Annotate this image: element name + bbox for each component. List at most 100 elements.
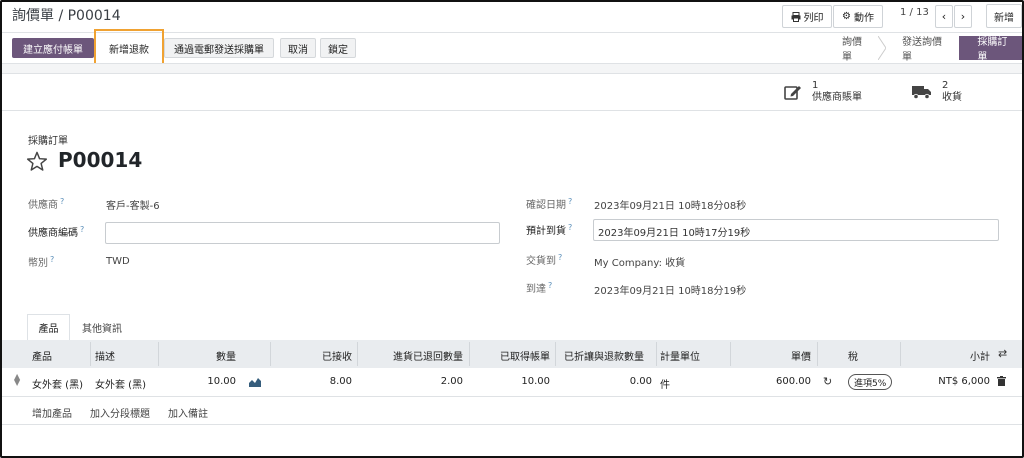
help-icon[interactable]: ?: [80, 225, 84, 234]
col-header-billed[interactable]: 已取得帳單: [473, 348, 550, 363]
stage-rfq-sent[interactable]: 發送詢價單: [882, 36, 970, 63]
cell-description[interactable]: 女外套 (黑): [95, 376, 146, 391]
column-settings-icon[interactable]: ⇄: [998, 347, 1007, 360]
cell-uom[interactable]: 件: [660, 376, 670, 391]
vendor-value[interactable]: 客戶-客製-6: [106, 197, 160, 212]
divider: [2, 73, 1022, 74]
drag-handle-icon[interactable]: ▲ ▼: [14, 373, 20, 387]
divider: [2, 110, 1022, 111]
col-header-description[interactable]: 描述: [95, 348, 115, 363]
print-label: 列印: [803, 13, 824, 24]
action-label: 動作: [853, 13, 874, 24]
arrival-value: 2023年09月21日 10時18分19秒: [594, 286, 747, 297]
help-icon[interactable]: ?: [60, 197, 64, 206]
add-section-link[interactable]: 加入分段標題: [90, 405, 150, 420]
printer-icon: [791, 11, 800, 22]
confirm-date-label: 確認日期?: [526, 196, 573, 211]
create-bill-button[interactable]: 建立應付帳單: [12, 38, 94, 58]
vendor-ref-input[interactable]: [105, 222, 500, 244]
cell-received[interactable]: 8.00: [274, 376, 352, 387]
stage-rfq[interactable]: 詢價單: [822, 36, 886, 63]
col-header-uom[interactable]: 計量單位: [660, 348, 700, 363]
col-divider: [730, 342, 731, 366]
currency-label: 幣別?: [28, 254, 55, 269]
col-header-received[interactable]: 已接收: [274, 348, 352, 363]
print-button[interactable]: 列印: [782, 5, 832, 28]
truck-icon: [912, 86, 931, 100]
pager-value[interactable]: 1 / 13: [900, 7, 929, 18]
chevron-right-icon: ›: [960, 10, 966, 23]
deliver-to-label: 交貨到?: [526, 252, 563, 267]
col-header-subtotal[interactable]: 小計: [912, 348, 990, 363]
col-header-product[interactable]: 產品: [32, 348, 52, 363]
col-header-returned[interactable]: 進貨已退回數量: [361, 348, 463, 363]
add-product-link[interactable]: 增加產品: [32, 405, 72, 420]
forecast-chart-icon[interactable]: [249, 377, 261, 387]
col-divider: [555, 342, 556, 366]
col-header-qty[interactable]: 數量: [162, 348, 236, 363]
stage-purchase-order-label: 採購訂單: [977, 37, 1008, 63]
vendor-label: 供應商?: [28, 196, 65, 211]
help-icon[interactable]: ?: [568, 197, 572, 206]
col-header-tax[interactable]: 稅: [848, 348, 858, 363]
stage-rfq-label: 詢價單: [842, 37, 862, 63]
lock-button[interactable]: 鎖定: [320, 38, 356, 58]
action-button[interactable]: ⚙ 動作: [833, 5, 883, 28]
help-icon[interactable]: ?: [50, 255, 54, 264]
stage-purchase-order[interactable]: 採購訂單: [959, 36, 1022, 63]
cell-returned: 2.00: [440, 376, 463, 387]
receipts-label: 收貨: [942, 92, 962, 103]
expected-date-input[interactable]: 2023年09月21日 10時17分19秒: [593, 219, 999, 241]
col-header-refunded[interactable]: 已折讓與退款數量: [564, 348, 644, 363]
help-icon[interactable]: ?: [548, 281, 552, 290]
reset-price-icon[interactable]: ↻: [823, 375, 832, 388]
vendor-bills-smart-button[interactable]: 1 供應商賬單: [784, 80, 862, 110]
col-divider: [656, 342, 657, 366]
expected-label: 預計到貨?: [526, 222, 573, 237]
send-email-button[interactable]: 通過電郵發送採購單: [164, 38, 274, 58]
col-divider: [469, 342, 470, 366]
help-icon[interactable]: ?: [558, 253, 562, 262]
cell-product[interactable]: 女外套 (黑): [32, 376, 83, 391]
cell-refunded: 0.00: [629, 376, 652, 387]
cell-price[interactable]: 600.00: [734, 376, 811, 387]
trash-icon[interactable]: [997, 376, 1006, 386]
chevron-left-icon: ‹: [941, 10, 947, 23]
gear-icon: ⚙: [842, 11, 851, 22]
doc-type-label: 採購訂單: [28, 136, 68, 147]
col-divider: [900, 342, 901, 366]
tab-other-info[interactable]: 其他資訊: [72, 314, 132, 341]
col-divider: [90, 342, 91, 366]
pager-prev-button[interactable]: ‹: [935, 5, 953, 28]
stage-rfq-sent-label: 發送詢價單: [902, 37, 942, 63]
new-button[interactable]: 新增: [986, 4, 1022, 28]
receipts-smart-button[interactable]: 2 收貨: [912, 80, 962, 110]
tax-badge[interactable]: 進項5%: [848, 374, 893, 390]
divider: [2, 424, 1022, 425]
help-icon[interactable]: ?: [568, 223, 572, 232]
vendor-bills-count: 1: [812, 80, 819, 91]
star-icon[interactable]: [26, 151, 48, 172]
currency-value[interactable]: TWD: [106, 256, 130, 267]
col-divider: [817, 342, 818, 366]
col-divider: [158, 342, 159, 366]
deliver-to-value[interactable]: My Company: 收貨: [594, 254, 685, 269]
app-window: 詢價單 / P00014 列印 ⚙ 動作 1 / 13 ‹ › 新增 建立應付帳…: [0, 0, 1024, 458]
divider: [2, 396, 1022, 397]
vendor-bills-label: 供應商賬單: [812, 92, 862, 103]
highlight-frame: [94, 29, 164, 65]
cancel-button[interactable]: 取消: [280, 38, 316, 58]
pager-next-button[interactable]: ›: [954, 5, 972, 28]
add-note-link[interactable]: 加入備註: [168, 405, 208, 420]
cell-billed: 10.00: [521, 376, 550, 387]
col-header-price[interactable]: 單價: [734, 348, 811, 363]
breadcrumb[interactable]: 詢價單 / P00014: [12, 5, 121, 25]
receipts-count: 2: [942, 80, 949, 91]
edit-icon: [784, 86, 801, 100]
cell-qty[interactable]: 10.00: [162, 376, 236, 387]
status-bar: 詢價單 發送詢價單 採購訂單: [822, 36, 1022, 63]
tab-products[interactable]: 產品: [27, 314, 70, 341]
page-title: P00014: [58, 148, 143, 172]
confirm-date-value: 2023年09月21日 10時18分08秒: [594, 201, 747, 212]
arrival-label: 到達?: [526, 280, 553, 295]
